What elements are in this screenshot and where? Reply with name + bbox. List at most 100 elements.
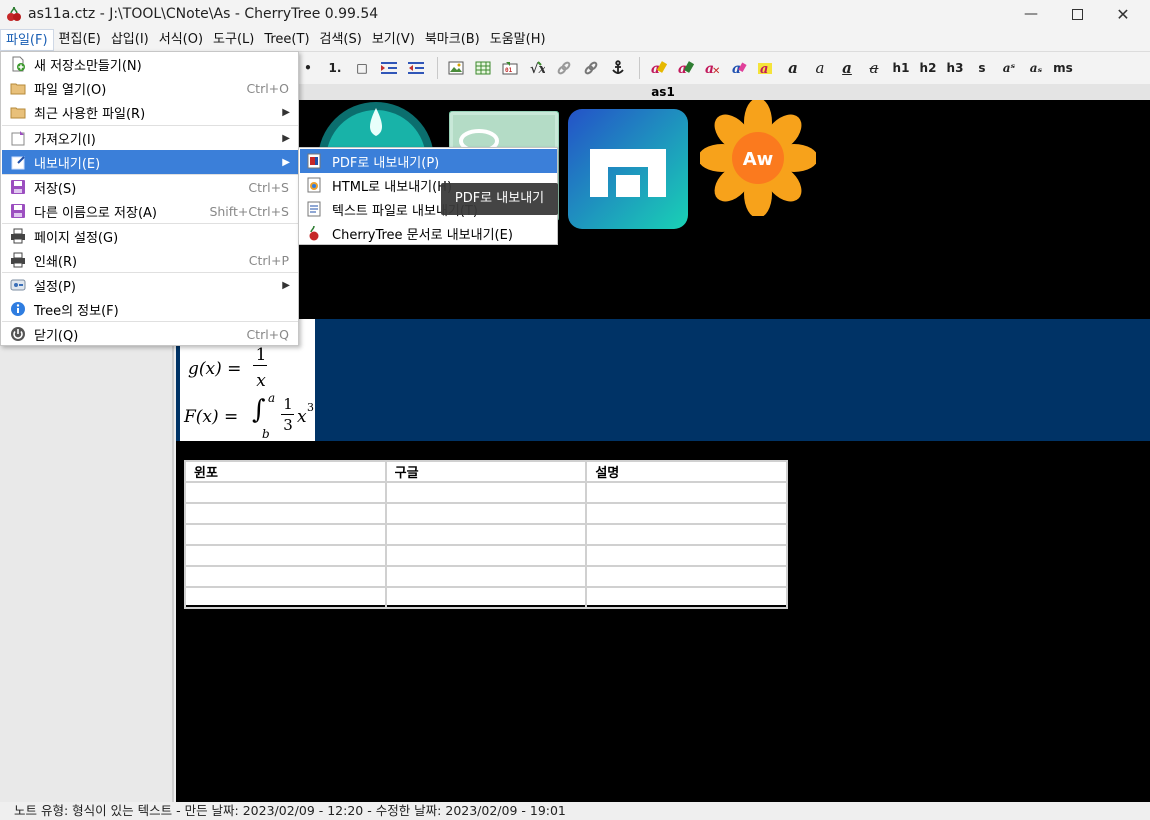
insert-anchor-icon[interactable] [606,55,630,81]
formula-f-exp: 3 [307,401,314,414]
formula-g-lhs: g(x) = [188,359,242,379]
bold-color-icon[interactable]: a [727,55,751,81]
h3-button[interactable]: h3 [943,55,967,81]
menu-item-export-cherrytree[interactable]: CherryTree 문서로 내보내기(E) [300,221,557,245]
menu-search[interactable]: 검색(S) [315,29,367,51]
menu-item-settings[interactable]: 설정(P) ▶ [2,273,298,297]
toolbar-separator [437,57,438,79]
menu-view[interactable]: 보기(V) [367,29,420,51]
menu-item-import[interactable]: 가져오기(I) ▶ [2,126,298,150]
title-bar: as11a.ctz - J:\TOOL\CNote\As - CherryTre… [0,0,1150,28]
menu-item-print[interactable]: 인쇄(R) Ctrl+P [2,248,298,272]
integral-sign: ∫ [252,395,266,425]
menu-format[interactable]: 서식(O) [154,29,208,51]
menu-help[interactable]: 도움말(H) [485,29,551,51]
print-icon [10,252,26,268]
page-setup-icon [10,228,26,244]
svg-text:√x: √x [530,62,545,76]
insert-table-icon[interactable] [471,55,495,81]
background-color-icon[interactable]: a [673,55,697,81]
node-title: as1 [176,84,1150,100]
minimize-icon[interactable]: — [1008,0,1054,28]
bulleted-list-button[interactable]: • [296,55,320,81]
menu-item-save-as[interactable]: 다른 이름으로 저장(A) Shift+Ctrl+S [2,199,298,223]
formula-f-num: 1 [283,395,293,413]
numbered-list-button[interactable]: 1. [323,55,347,81]
html-icon [306,177,322,193]
new-file-icon [10,56,26,72]
toolbar-separator [639,57,640,79]
insert-image-icon[interactable] [444,55,468,81]
save-as-icon [10,203,26,219]
content-table[interactable]: 윈포 구글 설명 [184,460,788,609]
menu-tools[interactable]: 도구(L) [208,29,259,51]
menu-file[interactable]: 파일(F) [0,28,54,51]
formula-f-den: 3 [283,416,293,434]
save-icon [10,179,26,195]
table-header-cell[interactable]: 설명 [585,460,788,483]
menu-insert[interactable]: 삽입(I) [106,29,154,51]
logo-text: Aw [743,149,774,170]
menu-tree[interactable]: Tree(T) [259,29,314,51]
tooltip: PDF로 내보내기 [441,183,558,215]
table-row[interactable] [184,544,788,567]
menu-item-export[interactable]: 내보내기(E) ▶ [2,150,298,174]
text-file-icon [306,201,322,217]
bold-icon[interactable]: a [781,55,805,81]
small-button[interactable]: s [970,55,994,81]
highlight-icon[interactable]: a [754,55,778,81]
menu-item-page-setup[interactable]: 페이지 설정(G) [2,224,298,248]
status-bar: 노트 유형: 형식이 있는 텍스트 - 만든 날짜: 2023/02/09 - … [0,802,1150,820]
menu-item-quit[interactable]: 닫기(Q) Ctrl+Q [2,322,298,346]
svg-text:a: a [760,62,768,76]
submenu-arrow-icon: ▶ [282,106,290,118]
table-row[interactable] [184,586,788,609]
menu-item-new[interactable]: 새 저장소만들기(N) [2,52,298,76]
insert-codebox-icon[interactable]: 01 [498,55,522,81]
menu-item-export-pdf[interactable]: PDF로 내보내기(P) [300,149,557,173]
settings-icon [10,277,26,293]
affinity-flower-logo-image: Aw [698,100,818,218]
superscript-button[interactable]: aˢ [997,55,1021,81]
submenu-arrow-icon: ▶ [282,132,290,144]
h2-button[interactable]: h2 [916,55,940,81]
strikethrough-icon[interactable]: a [862,55,886,81]
menu-bookmarks[interactable]: 북마크(B) [420,29,485,51]
highlighted-paragraph [176,319,1150,441]
menu-item-recent[interactable]: 최근 사용한 파일(R) ▶ [2,100,298,124]
table-row[interactable] [184,481,788,504]
insert-latex-icon[interactable]: √x [525,55,549,81]
italic-icon[interactable]: a [808,55,832,81]
table-row[interactable] [184,523,788,546]
table-row[interactable] [184,502,788,525]
insert-link-icon[interactable] [552,55,576,81]
table-header-cell[interactable]: 구글 [384,460,588,483]
monospace-button[interactable]: ms [1051,55,1075,81]
menu-edit[interactable]: 편집(E) [54,29,106,51]
formula-f-sup: a [268,391,276,405]
todo-list-button[interactable]: □ [350,55,374,81]
subscript-button[interactable]: aₛ [1024,55,1048,81]
unindent-icon[interactable] [404,55,428,81]
formula-g-num: 1 [255,345,267,365]
formula-g-den: x [256,371,266,391]
menu-item-save[interactable]: 저장(S) Ctrl+S [2,175,298,199]
insert-link-chain-icon[interactable] [579,55,603,81]
table-row[interactable] [184,565,788,588]
info-icon [10,301,26,317]
menu-bar: 파일(F) 편집(E) 삽입(I) 서식(O) 도구(L) Tree(T) 검색… [0,28,1150,52]
underline-icon[interactable]: a [835,55,859,81]
h1-button[interactable]: h1 [889,55,913,81]
svg-text:✕: ✕ [712,66,720,76]
close-icon[interactable]: ✕ [1100,0,1146,28]
remove-color-icon[interactable]: a ✕ [700,55,724,81]
text-color-icon[interactable]: a [646,55,670,81]
menu-item-tree-info[interactable]: Tree의 정보(F) [2,297,298,321]
formula-f-sub: b [262,427,270,441]
table-header-cell[interactable]: 윈포 [184,460,387,483]
menu-item-open[interactable]: 파일 열기(O) Ctrl+O [2,76,298,100]
maxthon-logo-image [568,109,688,229]
indent-icon[interactable] [377,55,401,81]
maximize-icon[interactable] [1054,0,1100,28]
cherry-icon [306,225,322,241]
